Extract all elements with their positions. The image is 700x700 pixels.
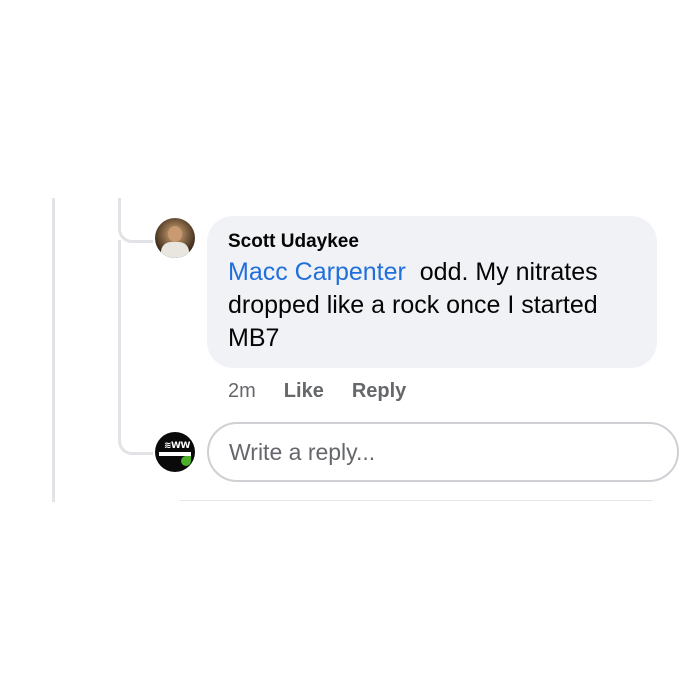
leaf-icon — [181, 456, 191, 466]
logo-icon: ≋WW — [164, 441, 190, 451]
thread-line — [52, 198, 55, 502]
avatar-face — [168, 226, 182, 242]
thread-connector — [118, 240, 121, 436]
commenter-avatar[interactable] — [155, 218, 195, 258]
reply-input[interactable] — [207, 422, 679, 482]
comment-thread: Scott Udaykee Macc Carpenter odd. My nit… — [0, 0, 700, 700]
divider — [180, 500, 652, 501]
comment-timestamp[interactable]: 2m — [228, 380, 256, 403]
comment-bubble: Scott Udaykee Macc Carpenter odd. My nit… — [207, 216, 657, 368]
mention-link[interactable]: Macc Carpenter — [228, 258, 406, 286]
user-avatar[interactable]: ≋WW — [155, 432, 195, 472]
comment-text: Macc Carpenter odd. My nitrates dropped … — [228, 256, 637, 355]
thread-connector — [118, 214, 153, 243]
reply-button[interactable]: Reply — [352, 380, 406, 403]
comment-actions: 2m Like Reply — [228, 377, 434, 405]
avatar-body — [161, 242, 189, 258]
comment-author[interactable]: Scott Udaykee — [228, 230, 637, 254]
thread-connector — [118, 426, 153, 455]
like-button[interactable]: Like — [284, 380, 324, 403]
